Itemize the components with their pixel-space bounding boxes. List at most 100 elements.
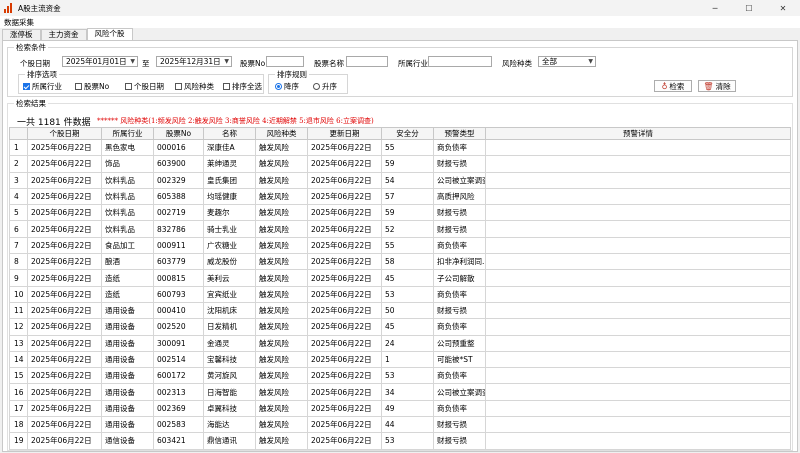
code-input[interactable] [266,56,304,67]
table-cell: 2025年06月22日 [27,318,102,336]
table-cell: 2025年06月22日 [307,138,382,157]
table-cell: 酿酒 [101,253,154,271]
table-cell: 黄河旋风 [203,367,256,385]
sort-rule-desc[interactable]: 降序 [275,81,299,92]
table-cell [485,301,791,320]
tab-main-fund[interactable]: 主力资金 [40,29,87,40]
column-header[interactable] [9,127,28,140]
table-cell: 通用设备 [101,318,154,336]
column-header[interactable]: 安全分 [381,127,434,140]
close-button[interactable]: ✕ [766,0,800,16]
table-row[interactable]: 3 2025年06月22日 饮料乳品 002329 皇氏集团 触发风险 2025年06月22… [9,171,791,189]
table-row[interactable]: 14 2025年06月22日 通用设备 002514 宝馨科技 触发风险 2025年06月2… [9,350,791,369]
date-from-value: 2025年01月01日 [66,57,127,66]
table-row[interactable]: 16 2025年06月22日 通用设备 002313 日海智能 触发风险 2025年06月2… [9,383,791,401]
column-header[interactable]: 更新日期 [307,127,382,140]
table-cell: 2025年06月22日 [27,301,102,320]
checkbox[interactable] [125,83,132,90]
checkbox-checked[interactable] [23,83,30,90]
table-cell: 2025年06月22日 [307,432,382,450]
row-number: 10 [9,285,28,303]
results-table-container[interactable]: 个股日期 所属行业 股票No 名称 风险种类 更新日期 安全分 预警类型 预警详情 1 2025年… [9,127,791,452]
column-header[interactable]: 个股日期 [27,127,102,140]
table-cell: 商负债率 [433,399,486,418]
table-row[interactable]: 18 2025年06月22日 通用设备 002583 海能达 触发风险 2025年06月22… [9,416,791,434]
bulb-icon: ♁ [661,81,668,91]
radio[interactable] [313,83,320,90]
table-cell: 高质押风险 [433,187,486,206]
table-cell: 扣非净利润同... [433,253,486,271]
table-cell [485,269,791,287]
table-row[interactable]: 15 2025年06月22日 通用设备 600172 黄河旋风 触发风险 2025年06月2… [9,367,791,385]
industry-input[interactable] [428,56,492,67]
table-cell: 骑士乳业 [203,220,256,238]
row-number: 6 [9,220,28,238]
table-header-row: 个股日期 所属行业 股票No 名称 风险种类 更新日期 安全分 预警类型 预警详情 [9,127,791,140]
table-cell: 53 [381,432,434,450]
menu-bar: 数据采集 [0,16,800,28]
checkbox[interactable] [75,83,82,90]
checkbox[interactable] [223,83,230,90]
table-row[interactable]: 19 2025年06月22日 通信设备 603421 鼎信通讯 触发风险 2025年06月2… [9,432,791,450]
row-number: 5 [9,204,28,222]
row-number: 17 [9,399,28,418]
sort-option-code[interactable]: 股票No [75,81,109,92]
table-row[interactable]: 1 2025年06月22日 黑色家电 000016 深康佳A 触发风险 2025年06月22… [9,138,791,157]
tab-risk-stocks[interactable]: 风险个股 [86,28,133,40]
sort-option-select-all[interactable]: 排序全选 [223,81,262,92]
table-cell: 子公司解散 [433,269,486,287]
table-cell: 触发风险 [255,220,308,238]
row-number: 8 [9,253,28,271]
table-cell: 触发风险 [255,155,308,173]
window-title: A股主流资金 [18,3,61,13]
checkbox[interactable] [175,83,182,90]
table-row[interactable]: 17 2025年06月22日 通用设备 002369 卓翼科技 触发风险 2025年06月2… [9,399,791,418]
table-row[interactable]: 6 2025年06月22日 饮料乳品 832786 骑士乳业 触发风险 2025年06月22… [9,220,791,238]
tab-limit-up[interactable]: 涨停板 [2,29,41,40]
column-header[interactable]: 风险种类 [255,127,308,140]
table-row[interactable]: 13 2025年06月22日 通用设备 300091 金通灵 触发风险 2025年06月22… [9,334,791,352]
sort-option-industry[interactable]: 所属行业 [23,81,62,92]
column-header[interactable]: 名称 [203,127,256,140]
radio-selected[interactable] [275,83,282,90]
risk-select[interactable]: 全部 ▼ [538,56,596,67]
table-cell: 金通灵 [203,334,256,352]
table-cell: 触发风险 [255,416,308,434]
column-header[interactable]: 所属行业 [101,127,154,140]
sort-option-risk[interactable]: 风险种类 [175,81,214,92]
clear-button[interactable]: 🗑 清除 [698,80,736,92]
table-row[interactable]: 4 2025年06月22日 饮料乳品 605388 均瑶健康 触发风险 2025年06月22… [9,187,791,206]
table-cell: 麦趣尔 [203,204,256,222]
table-row[interactable]: 9 2025年06月22日 造纸 000815 美利云 触发风险 2025年06月22日 45… [9,269,791,287]
menu-data-collect[interactable]: 数据采集 [4,17,34,28]
sort-option-date[interactable]: 个股日期 [125,81,164,92]
date-from-picker[interactable]: 2025年01月01日 ▼ [62,56,138,67]
minimize-button[interactable]: ─ [698,0,732,16]
name-input[interactable] [346,56,388,67]
table-cell: 宝馨科技 [203,350,256,369]
date-to-picker[interactable]: 2025年12月31日 ▼ [156,56,232,67]
table-row[interactable]: 8 2025年06月22日 酿酒 603779 威龙股份 触发风险 2025年06月22日 5… [9,253,791,271]
table-cell: 002583 [153,416,204,434]
table-cell: 黑色家电 [101,138,154,157]
table-row[interactable]: 5 2025年06月22日 饮料乳品 002719 麦趣尔 触发风险 2025年06月22日… [9,204,791,222]
table-cell: 触发风险 [255,301,308,320]
table-cell [485,253,791,271]
column-header[interactable]: 预警详情 [485,127,791,140]
table-cell: 2025年06月22日 [27,171,102,189]
sort-rule-asc[interactable]: 升序 [313,81,337,92]
table-cell: 2025年06月22日 [27,155,102,173]
table-row[interactable]: 10 2025年06月22日 造纸 600793 宜宾纸业 触发风险 2025年06月22日… [9,285,791,303]
table-row[interactable]: 11 2025年06月22日 通用设备 000410 沈阳机床 触发风险 2025年06月2… [9,301,791,320]
search-button[interactable]: ♁ 检索 [654,80,692,92]
chevron-down-icon: ▼ [224,58,229,65]
column-header[interactable]: 预警类型 [433,127,486,140]
table-row[interactable]: 7 2025年06月22日 食品加工 000911 广农糖业 触发风险 2025年06月22… [9,236,791,255]
column-header[interactable]: 股票No [153,127,204,140]
table-cell: 50 [381,301,434,320]
table-cell: 2025年06月22日 [307,350,382,369]
maximize-button[interactable]: ☐ [732,0,766,16]
table-cell: 触发风险 [255,350,308,369]
table-row[interactable]: 2 2025年06月22日 饰品 603900 莱绅通灵 触发风险 2025年06月22日 5… [9,155,791,173]
table-row[interactable]: 12 2025年06月22日 通用设备 002520 日发精机 触发风险 2025年06月2… [9,318,791,336]
